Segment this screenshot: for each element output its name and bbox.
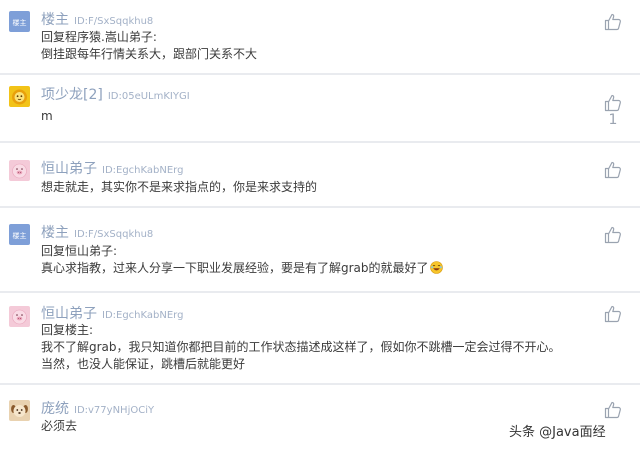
thumbs-up-icon: [604, 226, 621, 244]
user-id: ID:EgchKabNErg: [102, 165, 184, 176]
user-id: ID:EgchKabNErg: [102, 310, 184, 321]
comment-meta: 楼主 ID:F/SxSqqkhu8: [41, 9, 153, 29]
comment-item: 恒山弟子 ID:EgchKabNErg 回复楼主: 我不了解grab，我只知道你都…: [0, 293, 640, 383]
user-id: ID:F/SxSqqkhu8: [74, 229, 154, 240]
thumbs-up-icon: [604, 401, 621, 419]
dog-icon: [9, 400, 30, 421]
comment-thread-page: 楼主 楼主 ID:F/SxSqqkhu8 回复程序猿.嵩山弟子: 倒挂跟每年行情关…: [0, 0, 640, 450]
avatar[interactable]: [9, 160, 30, 181]
thumbs-up-icon: [604, 305, 621, 323]
avatar[interactable]: 楼主: [9, 11, 30, 32]
thumbs-up-icon: [604, 161, 621, 179]
username[interactable]: 楼主: [41, 12, 69, 28]
like-button[interactable]: [603, 12, 623, 32]
comment-line: 回复恒山弟子:: [41, 244, 118, 258]
comment-meta: 恒山弟子 ID:EgchKabNErg: [41, 158, 183, 178]
comment-body: 回复程序猿.嵩山弟子: 倒挂跟每年行情关系大，跟部门关系不大: [41, 29, 257, 63]
comment-meta: 楼主 ID:F/SxSqqkhu8: [41, 222, 153, 242]
source-watermark: 头条 @Java面经: [509, 425, 606, 440]
username[interactable]: 恒山弟子: [41, 306, 97, 322]
comment-line: 想走就走，其实你不是来求指点的，你是来求支持的: [41, 180, 318, 194]
user-id: ID:05eULmKIYGI: [107, 91, 190, 102]
like-button[interactable]: [603, 225, 623, 245]
comment-line: 回复程序猿.嵩山弟子:: [41, 30, 157, 44]
comment-body: 必须去: [41, 418, 77, 435]
avatar[interactable]: [9, 306, 30, 327]
louzhu-badge-icon: 楼主: [9, 11, 30, 32]
like-button[interactable]: [603, 160, 623, 180]
comment-body: 回复恒山弟子: 真心求指教，过来人分享一下职业发展经验，要是有了解grab的就最…: [41, 243, 443, 279]
user-id: ID:v77yNHjOCiY: [74, 405, 155, 416]
comment-line-with-emoji: 真心求指教，过来人分享一下职业发展经验，要是有了解grab的就最好了: [41, 260, 443, 279]
comment-item: 楼主 楼主 ID:F/SxSqqkhu8 回复程序猿.嵩山弟子: 倒挂跟每年行情关…: [0, 0, 640, 73]
comment-body: 回复楼主: 我不了解grab，我只知道你都把目前的工作状态描述成这样了，假如你不…: [41, 322, 561, 373]
lion-icon: [9, 86, 30, 107]
like-button[interactable]: [603, 304, 623, 324]
pig-icon: [9, 160, 30, 181]
laughing-emoji-icon: [429, 261, 443, 279]
comment-line: 真心求指教，过来人分享一下职业发展经验，要是有了解grab的就最好了: [41, 261, 429, 275]
comment-body: 想走就走，其实你不是来求指点的，你是来求支持的: [41, 179, 317, 196]
username[interactable]: 庞统: [41, 401, 69, 417]
comment-line: m: [41, 109, 53, 123]
avatar[interactable]: 楼主: [9, 224, 30, 245]
comment-line: 倒挂跟每年行情关系大，跟部门关系不大: [41, 47, 258, 61]
comment-line: 我不了解grab，我只知道你都把目前的工作状态描述成这样了，假如你不跳槽一定会过…: [41, 340, 561, 354]
thumbs-up-icon: [604, 13, 621, 31]
comment-meta: 庞统 ID:v77yNHjOCiY: [41, 398, 154, 418]
avatar-label: 楼主: [13, 231, 27, 240]
thumbs-up-icon: [604, 94, 621, 112]
pig-icon: [9, 306, 30, 327]
avatar-label: 楼主: [13, 18, 27, 27]
louzhu-badge-icon: 楼主: [9, 224, 30, 245]
username[interactable]: 项少龙[2]: [41, 87, 103, 103]
like-count: 1: [608, 112, 618, 128]
comment-meta: 项少龙[2] ID:05eULmKIYGI: [41, 84, 190, 104]
comment-item: 项少龙[2] ID:05eULmKIYGI m 1: [0, 75, 640, 141]
comment-line: 必须去: [41, 419, 78, 433]
comment-item: 庞统 ID:v77yNHjOCiY 必须去: [0, 385, 640, 450]
user-id: ID:F/SxSqqkhu8: [74, 16, 154, 27]
avatar[interactable]: [9, 86, 30, 107]
username[interactable]: 恒山弟子: [41, 161, 97, 177]
comment-item: 恒山弟子 ID:EgchKabNErg 想走就走，其实你不是来求指点的，你是来求支…: [0, 143, 640, 206]
username[interactable]: 楼主: [41, 225, 69, 241]
comment-meta: 恒山弟子 ID:EgchKabNErg: [41, 303, 183, 323]
like-button[interactable]: [603, 93, 623, 113]
comment-line: 回复楼主:: [41, 323, 94, 337]
comment-line: 当然，也没人能保证，跳槽后就能更好: [41, 357, 246, 371]
comment-body: m: [41, 108, 53, 125]
comment-item: 楼主 楼主 ID:F/SxSqqkhu8 回复恒山弟子: 真心求指教，过来人分享一…: [0, 208, 640, 291]
avatar[interactable]: [9, 400, 30, 421]
like-button[interactable]: [603, 400, 623, 420]
